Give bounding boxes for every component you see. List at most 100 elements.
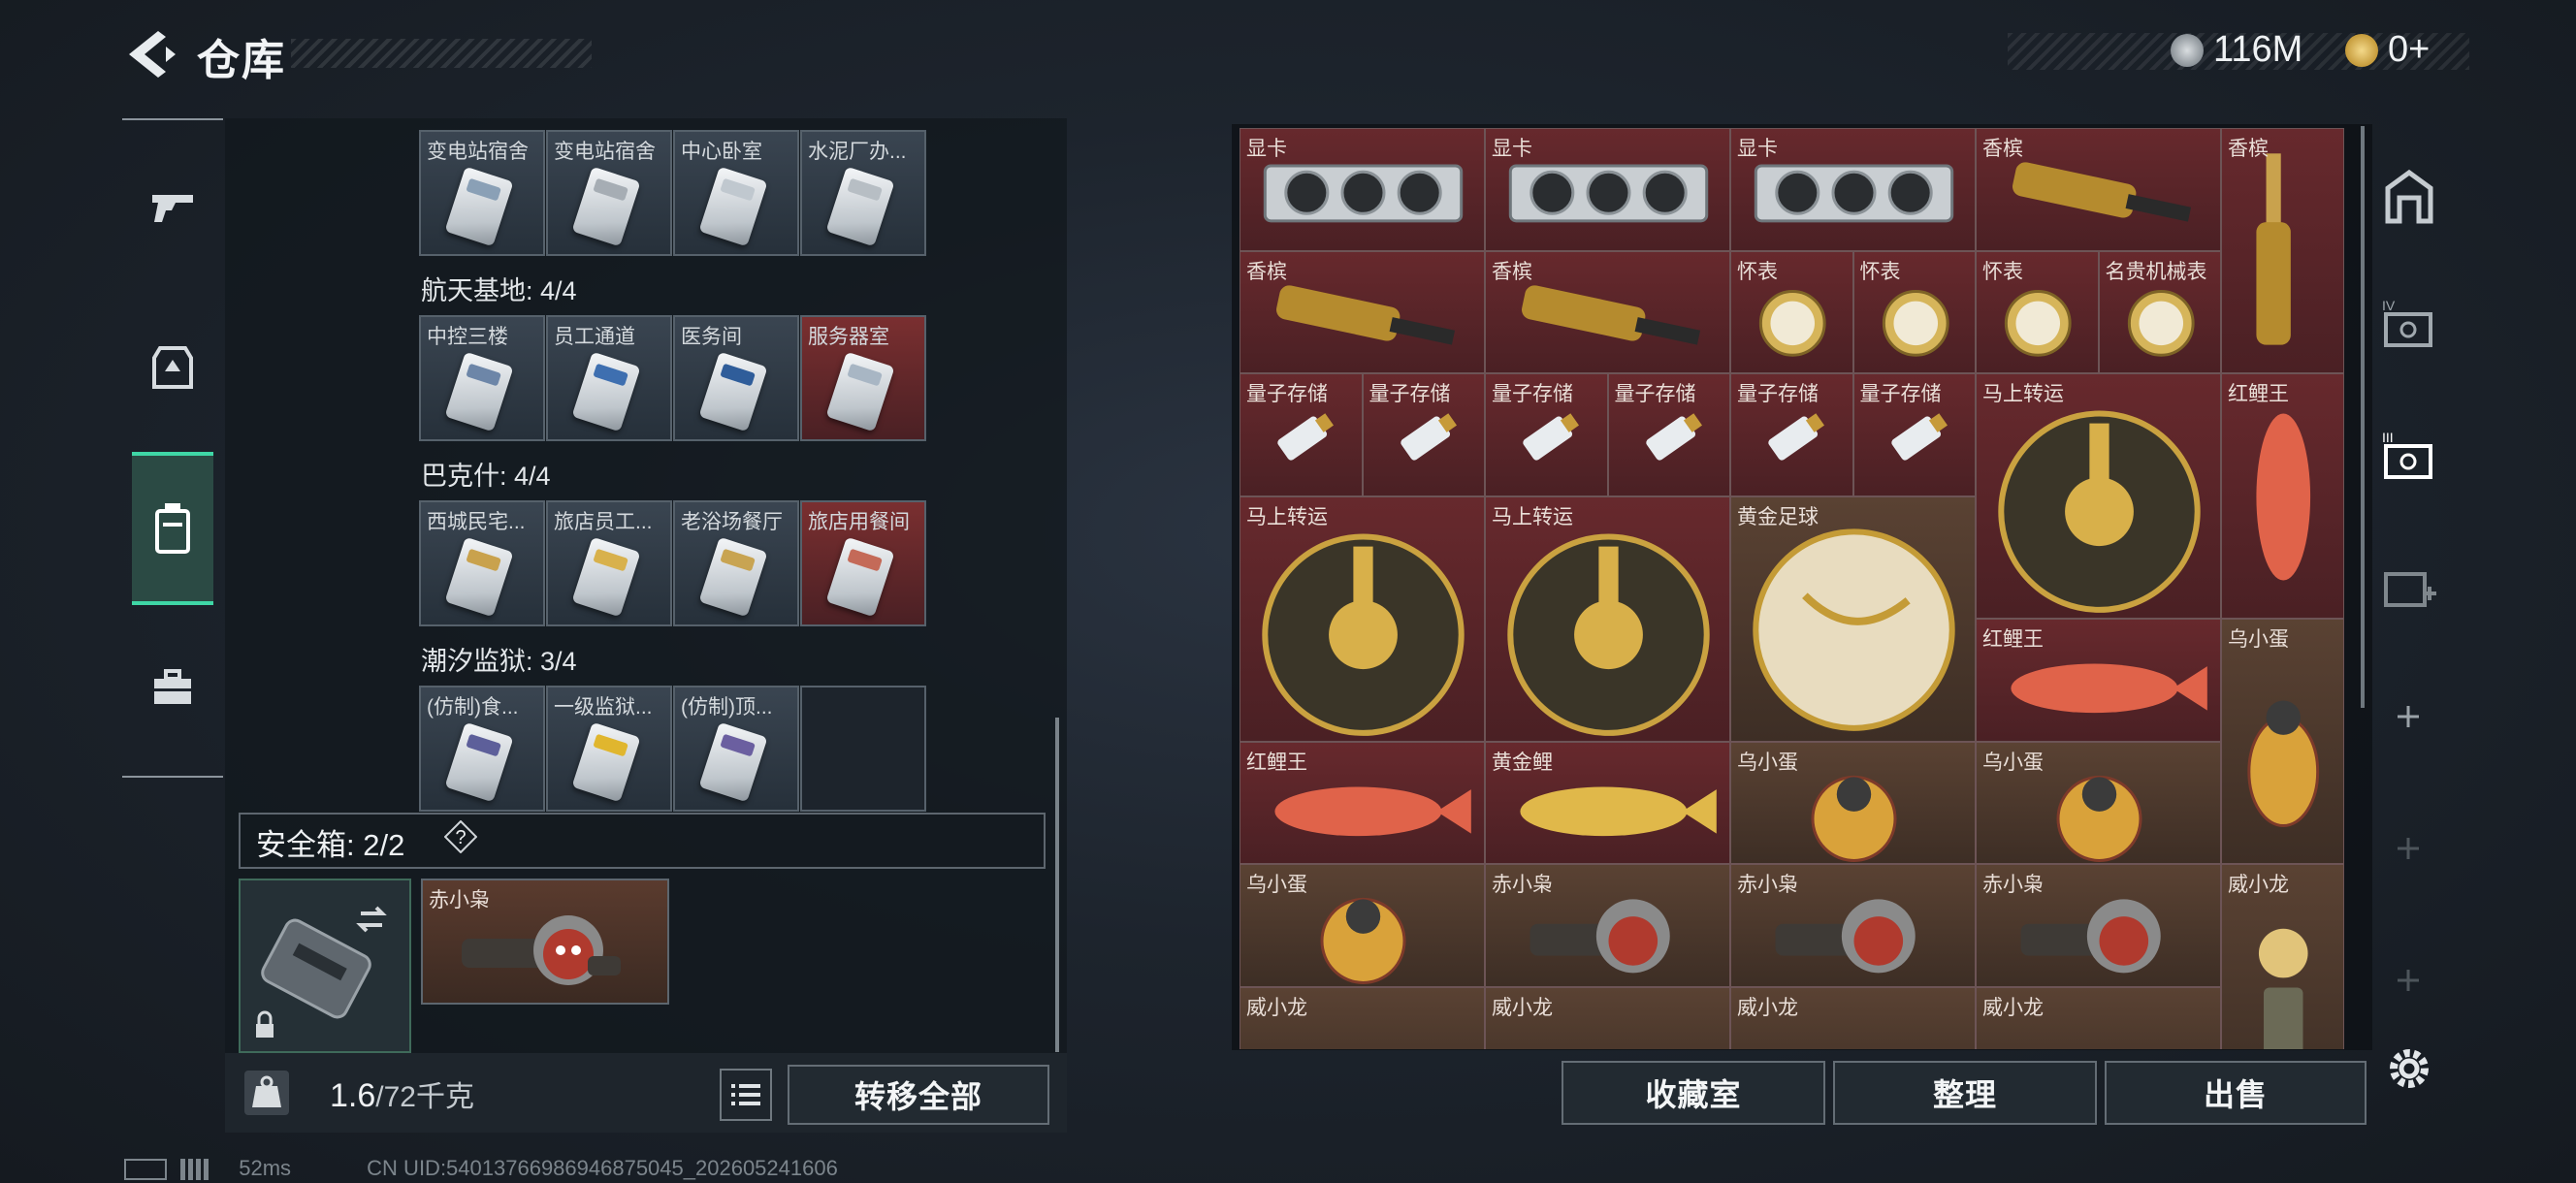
item-label: 威小龙 [2228, 874, 2289, 896]
warehouse-item[interactable]: 怀表 [1852, 250, 1976, 373]
money-display: 116M [2171, 29, 2302, 71]
keycard-item[interactable]: 员工通道 [546, 315, 672, 441]
warehouse-item[interactable]: 赤小枭 [1976, 864, 2221, 987]
warehouse-item[interactable]: 赤小枭 [1730, 864, 1976, 987]
warehouse-item[interactable]: 显卡 [1485, 128, 1730, 251]
add-slot-icon[interactable] [2394, 702, 2423, 731]
warehouse-item[interactable]: 量子存储 [1607, 373, 1730, 496]
nav-divider [122, 776, 223, 778]
help-icon[interactable]: ? [444, 820, 477, 853]
warehouse-item[interactable]: 乌小蛋 [2221, 619, 2344, 864]
keycard-item[interactable]: 一级监狱... [546, 686, 672, 812]
keycard-item[interactable]: 变电站宿舍 [419, 130, 545, 256]
add-storage-box-icon[interactable] [2380, 557, 2438, 615]
add-slot-icon[interactable] [2394, 966, 2423, 995]
item-label: 赤小枭 [429, 889, 490, 911]
warehouse-grid: 显卡 显卡 显卡 香槟 香槟 香槟 香槟 怀表 怀表 怀表 名贵机械表 量子存储 量子存储 量子存储 量子存… [1240, 128, 2351, 1049]
empty-keycard-slot[interactable] [800, 686, 926, 812]
keycard-item[interactable]: 水泥厂办... [800, 130, 926, 256]
warehouse-item[interactable]: 威小龙 [1730, 986, 1976, 1049]
item-label: 红鲤王 [1982, 628, 2044, 651]
organize-button[interactable]: 整理 [1833, 1061, 2097, 1125]
warehouse-item[interactable]: 马上转运 [1240, 496, 1485, 742]
warehouse-item[interactable]: 量子存储 [1240, 373, 1363, 496]
ticket-display[interactable]: 0+ [2345, 29, 2430, 71]
keycard-item[interactable]: 老浴场餐厅 [673, 500, 799, 626]
warehouse-item[interactable]: 马上转运 [1485, 496, 1730, 742]
warehouse-item[interactable]: 量子存储 [1852, 373, 1976, 496]
transfer-all-button[interactable]: 转移全部 [788, 1065, 1049, 1125]
item-label: 赤小枭 [1492, 874, 1553, 896]
settings-gear-icon[interactable] [2384, 1043, 2434, 1094]
item-label: 威小龙 [1246, 996, 1307, 1019]
keycard-item[interactable]: 变电站宿舍 [546, 130, 672, 256]
warehouse-item[interactable]: 怀表 [1976, 250, 2099, 373]
warehouse-item[interactable]: 香槟 [1976, 128, 2221, 251]
warehouse-item[interactable]: 威小龙 [2221, 864, 2344, 1049]
keycard-item[interactable]: 旅店用餐间 [800, 500, 926, 626]
warehouse-item[interactable]: 马上转运 [1976, 373, 2221, 619]
page-title: 仓库 [197, 37, 286, 84]
keycard-item[interactable]: 旅店员工... [546, 500, 672, 626]
warehouse-item[interactable]: 乌小蛋 [1730, 741, 1976, 864]
backpack-icon [155, 503, 190, 554]
keycard-item[interactable]: (仿制)顶... [673, 686, 799, 812]
svg-text:IV: IV [2382, 298, 2396, 313]
warehouse-item[interactable]: 怀表 [1730, 250, 1853, 373]
keycard-item[interactable]: 中控三楼 [419, 315, 545, 441]
keycard-row: 中控三楼 员工通道 医务间 服务器室 [419, 315, 962, 441]
list-icon [731, 1084, 760, 1105]
nav-toolbox[interactable] [132, 645, 213, 732]
safebox-item-slot[interactable]: 赤小枭 [421, 879, 669, 1005]
warehouse-item[interactable]: 乌小蛋 [1976, 741, 2221, 864]
weight-current: 1.6 [330, 1077, 376, 1114]
warehouse-item[interactable]: 威小龙 [1976, 986, 2221, 1049]
warehouse-item[interactable]: 量子存储 [1362, 373, 1485, 496]
warehouse-item[interactable]: 名贵机械表 [2098, 250, 2221, 373]
keycard-item[interactable]: 西城民宅... [419, 500, 545, 626]
keycard-item[interactable]: (仿制)食... [419, 686, 545, 812]
keycard-item[interactable]: 服务器室 [800, 315, 926, 441]
keycard-icon [698, 351, 768, 432]
warehouse-item[interactable]: 香槟 [1485, 250, 1730, 373]
warehouse-item[interactable]: 香槟 [1240, 250, 1485, 373]
keycard-label: 一级监狱... [554, 696, 653, 719]
warehouse-item[interactable]: 黄金足球 [1730, 496, 1976, 742]
warehouse-item[interactable]: 红鲤王 [1976, 619, 2221, 742]
warehouse-item[interactable]: 黄金鲤 [1485, 741, 1730, 864]
nav-backpack[interactable] [132, 485, 213, 572]
keycard-icon [698, 536, 768, 618]
list-view-button[interactable] [720, 1069, 772, 1121]
left-scrollbar[interactable] [1055, 718, 1059, 1052]
nav-armor[interactable] [132, 325, 213, 412]
weight-icon [244, 1071, 289, 1115]
warehouse-item[interactable]: 红鲤王 [2221, 373, 2344, 619]
item-label: 红鲤王 [1246, 751, 1307, 774]
warehouse-scrollbar[interactable] [2361, 126, 2365, 708]
nav-weapons[interactable] [132, 165, 213, 252]
keycard-icon [698, 721, 768, 803]
item-label: 怀表 [1737, 260, 1778, 283]
keycard-item[interactable]: 医务间 [673, 315, 799, 441]
item-label: 显卡 [1737, 138, 1778, 160]
warehouse-item[interactable]: 量子存储 [1730, 373, 1853, 496]
sell-button[interactable]: 出售 [2105, 1061, 2367, 1125]
warehouse-item[interactable]: 量子存储 [1485, 373, 1608, 496]
warehouse-item[interactable]: 赤小枭 [1485, 864, 1730, 987]
warehouse-item[interactable]: 香槟 [2221, 128, 2344, 373]
warehouse-item[interactable]: 威小龙 [1485, 986, 1730, 1049]
warehouse-tab-icon[interactable] [2380, 167, 2438, 225]
back-icon[interactable] [121, 27, 179, 81]
warehouse-item[interactable]: 乌小蛋 [1240, 864, 1485, 987]
warehouse-item[interactable]: 显卡 [1240, 128, 1485, 251]
storage-box-3-icon[interactable]: III [2380, 427, 2438, 485]
storage-box-4-icon[interactable]: IV [2380, 295, 2438, 353]
collection-room-button[interactable]: 收藏室 [1562, 1061, 1825, 1125]
warehouse-item[interactable]: 威小龙 [1240, 986, 1485, 1049]
safe-case-icon [256, 906, 387, 1038]
add-slot-icon[interactable] [2394, 834, 2423, 863]
keycard-item[interactable]: 中心卧室 [673, 130, 799, 256]
warehouse-item[interactable]: 显卡 [1730, 128, 1976, 251]
warehouse-item[interactable]: 红鲤王 [1240, 741, 1485, 864]
safebox-slot[interactable] [239, 879, 411, 1053]
